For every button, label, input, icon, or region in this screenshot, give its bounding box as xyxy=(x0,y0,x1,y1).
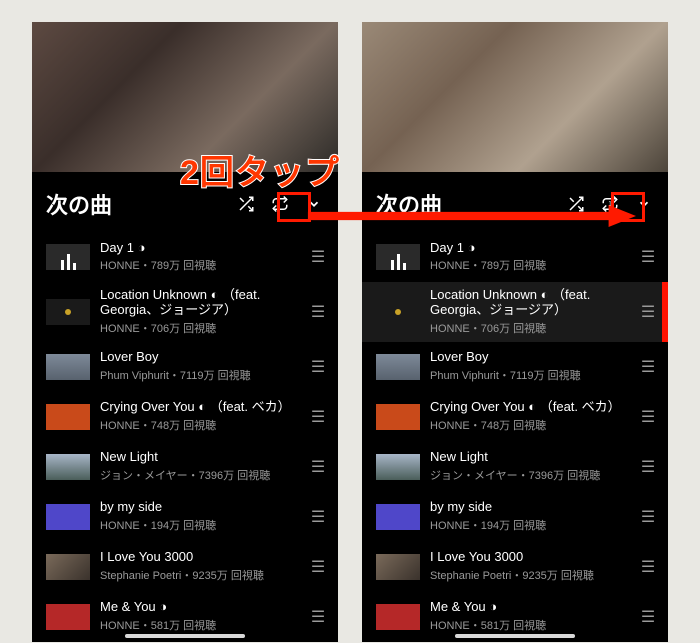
drag-handle-icon[interactable]: ☰ xyxy=(308,457,328,477)
list-item[interactable]: Location Unknown ◐ （feat. Georgia、ジョージア）… xyxy=(362,282,668,342)
song-meta: HONNE・581万 回視聴 xyxy=(430,617,628,633)
list-item[interactable]: Day 1 ◑HONNE・789万 回視聴 ☰ xyxy=(32,232,338,282)
song-title: Crying Over You ◐ （feat. ベカ） xyxy=(430,400,628,415)
song-meta: HONNE・581万 回視聴 xyxy=(100,617,298,633)
song-meta: HONNE・748万 回視聴 xyxy=(430,417,628,433)
list-item[interactable]: by my side HONNE・194万 回視聴 ☰ xyxy=(32,492,338,542)
chevron-down-icon[interactable] xyxy=(630,190,658,218)
song-title: by my side xyxy=(100,500,298,515)
song-meta: HONNE・706万 回視聴 xyxy=(430,320,628,336)
song-meta: HONNE・789万 回視聴 xyxy=(100,257,298,273)
list-item[interactable]: New Light ジョン・メイヤー・7396万 回視聴 ☰ xyxy=(32,442,338,492)
list-item[interactable]: Lover Boy Phum Viphurit・7119万 回視聴 ☰ xyxy=(362,342,668,392)
song-meta: Stephanie Poetri・9235万 回視聴 xyxy=(100,567,298,583)
phone-screen-left: 次の曲 Day 1 ◑HONNE・789万 回視聴 ☰ xyxy=(32,22,338,642)
drag-handle-icon[interactable]: ☰ xyxy=(638,247,658,267)
song-thumbnail xyxy=(376,504,420,530)
song-thumbnail xyxy=(376,299,420,325)
song-title: I Love You 3000 xyxy=(100,550,298,565)
drag-handle-icon[interactable]: ☰ xyxy=(308,607,328,627)
song-title: Me & You ◑ xyxy=(430,600,628,615)
list-item[interactable]: New Light ジョン・メイヤー・7396万 回視聴 ☰ xyxy=(362,442,668,492)
drag-handle-icon[interactable]: ☰ xyxy=(638,407,658,427)
song-thumbnail xyxy=(376,354,420,380)
active-row-marker xyxy=(662,282,668,342)
song-title: I Love You 3000 xyxy=(430,550,628,565)
section-header: 次の曲 1 xyxy=(362,172,668,232)
song-title: Crying Over You ◐ （feat. ベカ） xyxy=(100,400,298,415)
phone-screen-right: 次の曲 1 Day 1 ◑HONNE・789万 回視聴 ☰ xyxy=(362,22,668,642)
video-thumbnail[interactable] xyxy=(362,22,668,172)
drag-handle-icon[interactable]: ☰ xyxy=(638,357,658,377)
up-next-list: Day 1 ◑HONNE・789万 回視聴 ☰ Location Unknown… xyxy=(32,232,338,642)
song-title: by my side xyxy=(430,500,628,515)
song-meta: HONNE・706万 回視聴 xyxy=(100,320,298,336)
shuffle-icon[interactable] xyxy=(232,190,260,218)
song-title: Location Unknown ◐ （feat. Georgia、ジョージア） xyxy=(430,288,628,318)
song-title: Day 1 ◑ xyxy=(100,241,298,256)
song-meta: HONNE・194万 回視聴 xyxy=(430,517,628,533)
song-thumbnail xyxy=(376,604,420,630)
song-title: New Light xyxy=(430,450,628,465)
annotation-text: 2回タップ xyxy=(180,145,340,194)
song-thumbnail xyxy=(46,604,90,630)
drag-handle-icon[interactable]: ☰ xyxy=(638,457,658,477)
song-thumbnail xyxy=(376,454,420,480)
home-indicator xyxy=(125,634,245,638)
section-title: 次の曲 xyxy=(376,188,442,220)
drag-handle-icon[interactable]: ☰ xyxy=(308,302,328,322)
shuffle-icon[interactable] xyxy=(562,190,590,218)
home-indicator xyxy=(455,634,575,638)
list-item[interactable]: I Love You 3000 Stephanie Poetri・9235万 回視… xyxy=(362,542,668,592)
drag-handle-icon[interactable]: ☰ xyxy=(638,607,658,627)
song-thumbnail xyxy=(46,454,90,480)
song-meta: ジョン・メイヤー・7396万 回視聴 xyxy=(430,467,628,483)
song-meta: HONNE・194万 回視聴 xyxy=(100,517,298,533)
drag-handle-icon[interactable]: ☰ xyxy=(638,302,658,322)
list-item[interactable]: Lover Boy Phum Viphurit・7119万 回視聴 ☰ xyxy=(32,342,338,392)
drag-handle-icon[interactable]: ☰ xyxy=(308,247,328,267)
song-thumbnail xyxy=(46,354,90,380)
repeat-one-icon[interactable]: 1 xyxy=(596,190,624,218)
song-title: Lover Boy xyxy=(430,350,628,365)
repeat-icon[interactable] xyxy=(266,190,294,218)
drag-handle-icon[interactable]: ☰ xyxy=(638,557,658,577)
song-thumbnail xyxy=(46,504,90,530)
list-item[interactable]: Crying Over You ◐ （feat. ベカ） HONNE・748万 回… xyxy=(362,392,668,442)
song-title: New Light xyxy=(100,450,298,465)
song-meta: HONNE・789万 回視聴 xyxy=(430,257,628,273)
song-meta: Phum Viphurit・7119万 回視聴 xyxy=(100,367,298,383)
song-thumbnail xyxy=(46,404,90,430)
now-playing-equalizer-icon xyxy=(46,244,90,270)
song-meta: Stephanie Poetri・9235万 回視聴 xyxy=(430,567,628,583)
list-item[interactable]: I Love You 3000 Stephanie Poetri・9235万 回視… xyxy=(32,542,338,592)
song-title: Me & You ◑ xyxy=(100,600,298,615)
song-thumbnail xyxy=(376,404,420,430)
song-meta: HONNE・748万 回視聴 xyxy=(100,417,298,433)
drag-handle-icon[interactable]: ☰ xyxy=(638,507,658,527)
up-next-list: Day 1 ◑HONNE・789万 回視聴 ☰ Location Unknown… xyxy=(362,232,668,642)
list-item[interactable]: Crying Over You ◐ （feat. ベカ） HONNE・748万 回… xyxy=(32,392,338,442)
song-thumbnail xyxy=(46,554,90,580)
song-thumbnail xyxy=(376,554,420,580)
drag-handle-icon[interactable]: ☰ xyxy=(308,407,328,427)
drag-handle-icon[interactable]: ☰ xyxy=(308,357,328,377)
drag-handle-icon[interactable]: ☰ xyxy=(308,557,328,577)
list-item[interactable]: by my side HONNE・194万 回視聴 ☰ xyxy=(362,492,668,542)
song-title: Day 1 ◑ xyxy=(430,241,628,256)
drag-handle-icon[interactable]: ☰ xyxy=(308,507,328,527)
song-meta: Phum Viphurit・7119万 回視聴 xyxy=(430,367,628,383)
section-title: 次の曲 xyxy=(46,188,112,220)
song-title: Location Unknown ◐ （feat. Georgia、ジョージア） xyxy=(100,288,298,318)
song-meta: ジョン・メイヤー・7396万 回視聴 xyxy=(100,467,298,483)
song-title: Lover Boy xyxy=(100,350,298,365)
song-thumbnail xyxy=(46,299,90,325)
now-playing-equalizer-icon xyxy=(376,244,420,270)
list-item[interactable]: Location Unknown ◐ （feat. Georgia、ジョージア）… xyxy=(32,282,338,342)
chevron-down-icon[interactable] xyxy=(300,190,328,218)
list-item[interactable]: Day 1 ◑HONNE・789万 回視聴 ☰ xyxy=(362,232,668,282)
svg-text:1: 1 xyxy=(608,202,612,208)
